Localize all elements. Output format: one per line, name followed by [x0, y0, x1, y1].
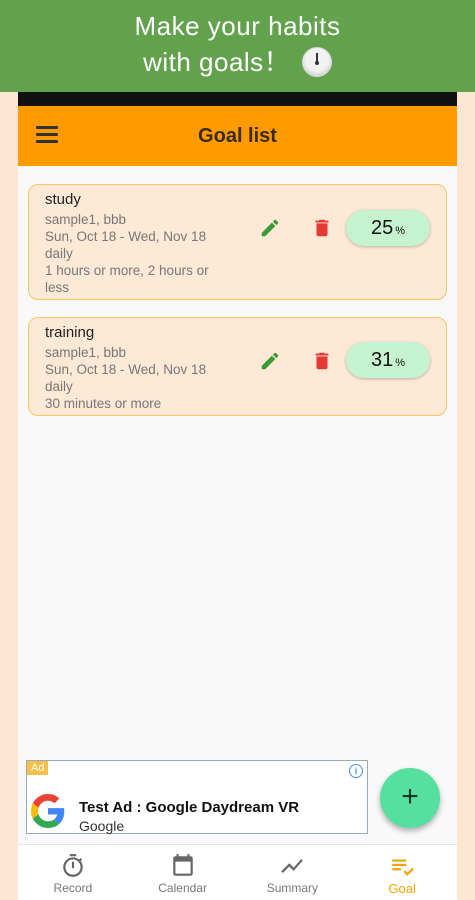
delete-trash-icon[interactable]: [311, 217, 333, 239]
goal-dates: Sun, Oct 18 - Wed, Nov 18: [45, 229, 207, 244]
goal-dates: Sun, Oct 18 - Wed, Nov 18: [45, 362, 207, 377]
promo-line-2-wrap: with goals！: [0, 44, 475, 80]
edit-pencil-icon[interactable]: [259, 217, 281, 239]
progress-value: 25: [370, 217, 394, 239]
promo-line-2: with goals！: [143, 47, 291, 77]
ad-banner[interactable]: Ad i Test Ad : Google Daydream VR Google: [26, 760, 368, 834]
calendar-icon: [172, 854, 193, 876]
edit-pencil-icon[interactable]: [259, 350, 281, 372]
delete-trash-icon[interactable]: [311, 350, 333, 372]
nav-calendar-label: Calendar: [158, 881, 207, 895]
stopwatch-icon: [63, 854, 83, 877]
progress-value: 31: [370, 349, 394, 371]
progress-percent-badge: 31%: [346, 342, 430, 378]
promo-banner: Make your habits with goals！: [0, 0, 475, 92]
menu-icon[interactable]: [36, 126, 58, 144]
goal-frequency: daily: [45, 246, 73, 261]
progress-unit: %: [395, 225, 406, 237]
nav-summary-label: Summary: [266, 881, 319, 895]
page-title: Goal list: [198, 124, 277, 147]
goal-target: 1 hours or more, 2 hours or less: [45, 263, 209, 295]
google-logo-icon: [31, 794, 65, 828]
goal-details: sample1, bbb Sun, Oct 18 - Wed, Nov 18 d…: [45, 344, 220, 412]
phone-screen: Goal list study sample1, bbb Sun, Oct 18…: [18, 92, 457, 900]
goal-list-icon: [392, 859, 415, 876]
ad-info-icon[interactable]: i: [349, 764, 363, 778]
ad-advertiser: Google: [79, 818, 125, 834]
bottom-navigation: Record Calendar Summary Goal: [18, 844, 457, 900]
goal-card-study[interactable]: study sample1, bbb Sun, Oct 18 - Wed, No…: [28, 184, 447, 300]
nav-calendar[interactable]: Calendar: [128, 845, 238, 900]
nav-goal[interactable]: Goal: [347, 845, 457, 900]
goal-frequency: daily: [45, 379, 73, 394]
goal-name: study: [45, 191, 81, 208]
goal-tags: sample1, bbb: [45, 345, 127, 360]
nav-record[interactable]: Record: [18, 845, 128, 900]
status-bar: [18, 92, 457, 106]
goal-target: 30 minutes or more: [45, 396, 162, 411]
trend-icon: [281, 858, 304, 874]
promo-line-1: Make your habits: [134, 11, 341, 41]
app-bar: Goal list: [18, 106, 457, 166]
nav-goal-label: Goal: [388, 881, 416, 896]
ad-label: Ad: [27, 761, 49, 775]
clock-icon: [301, 47, 332, 77]
goal-name: training: [45, 324, 95, 341]
goal-card-training[interactable]: training sample1, bbb Sun, Oct 18 - Wed,…: [28, 317, 447, 416]
goal-tags: sample1, bbb: [45, 212, 127, 227]
progress-percent-badge: 25%: [346, 210, 430, 246]
add-goal-button[interactable]: +: [380, 768, 440, 828]
progress-unit: %: [395, 357, 406, 369]
nav-summary[interactable]: Summary: [238, 845, 348, 900]
ad-title: Test Ad : Google Daydream VR: [79, 799, 300, 816]
goal-details: sample1, bbb Sun, Oct 18 - Wed, Nov 18 d…: [45, 211, 220, 296]
nav-record-label: Record: [53, 881, 93, 895]
